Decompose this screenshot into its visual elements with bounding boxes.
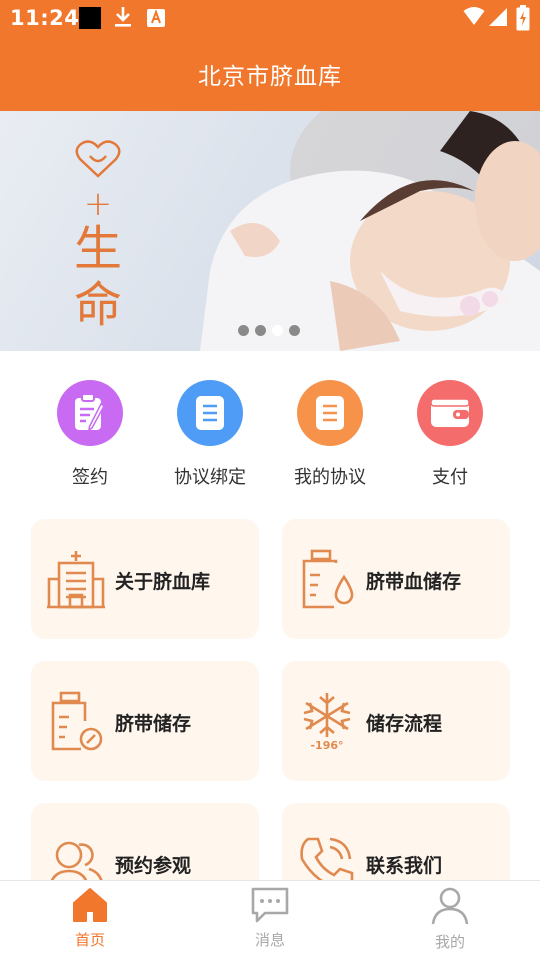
battery-charging-icon [516,5,530,31]
carousel-dot[interactable] [255,325,266,336]
blood-storage-icon [302,549,354,609]
banner-slogan: + 生 命 [64,139,132,339]
quick-action-label: 我的协议 [294,467,366,488]
hospital-icon [47,551,105,609]
bottom-tab-bar: 首页 消息 我的 [0,880,540,960]
temperature-label: -196° [310,739,343,751]
tab-messages[interactable]: 消息 [210,887,330,950]
signal-icon [489,8,507,26]
quick-action-icon-bg [57,380,123,446]
heart-smile-icon [75,140,121,178]
tab-label: 首页 [74,931,105,949]
card-about[interactable]: 关于脐血库 [31,519,259,639]
carousel-dot[interactable] [238,325,249,336]
quick-action-my-agreement[interactable]: 我的协议 [270,380,390,489]
status-bar: 11:24 [0,0,540,36]
card-label: 关于脐血库 [115,571,211,593]
tab-profile[interactable]: 我的 [390,887,510,952]
cord-storage-icon [51,691,103,751]
carousel-dot[interactable] [272,325,283,336]
page-title: 北京市脐血库 [198,63,342,90]
tab-label: 我的 [434,933,465,951]
quick-action-icon-bg [417,380,483,446]
wallet-icon [430,398,470,427]
card-cord-blood-storage[interactable]: 脐带血储存 [282,519,510,639]
font-app-icon [147,9,165,27]
tab-label: 消息 [254,931,285,949]
contract-sign-icon [75,393,105,432]
quick-action-label: 协议绑定 [174,467,246,488]
carousel-indicator[interactable] [238,325,300,336]
carousel-dot[interactable] [289,325,300,336]
quick-action-pay[interactable]: 支付 [390,380,510,489]
card-label: 储存流程 [366,713,443,735]
user-icon [431,887,469,925]
card-label: 联系我们 [366,855,443,877]
card-label: 脐带血储存 [366,571,462,593]
snowflake-icon: -196° [303,693,351,751]
quick-action-label: 签约 [72,467,108,488]
home-icon [73,888,107,922]
quick-action-icon-bg [297,380,363,446]
banner-plus: + [83,184,113,224]
document-icon [316,396,344,430]
wifi-icon [463,7,485,25]
card-cord-storage[interactable]: 脐带储存 [31,661,259,781]
quick-action-sign[interactable]: 签约 [30,380,150,489]
banner-word-1: 生 [73,221,122,277]
notification-app-icon [79,7,101,29]
message-icon [251,887,289,923]
quick-actions: 签约 协议绑定 我的协议 支付 [0,372,540,492]
document-icon [196,396,224,430]
status-time: 11:24 [10,6,80,30]
card-storage-process[interactable]: -196° 储存流程 [282,661,510,781]
banner-carousel[interactable]: + 生 命 [0,111,540,351]
app-header: 北京市脐血库 [0,36,540,111]
quick-action-bind[interactable]: 协议绑定 [150,380,270,489]
download-icon [115,7,131,27]
card-label: 预约参观 [115,855,192,877]
tab-home[interactable]: 首页 [30,887,150,950]
banner-word-2: 命 [73,277,122,333]
card-label: 脐带储存 [115,713,192,735]
quick-action-icon-bg [177,380,243,446]
quick-action-label: 支付 [432,467,468,488]
